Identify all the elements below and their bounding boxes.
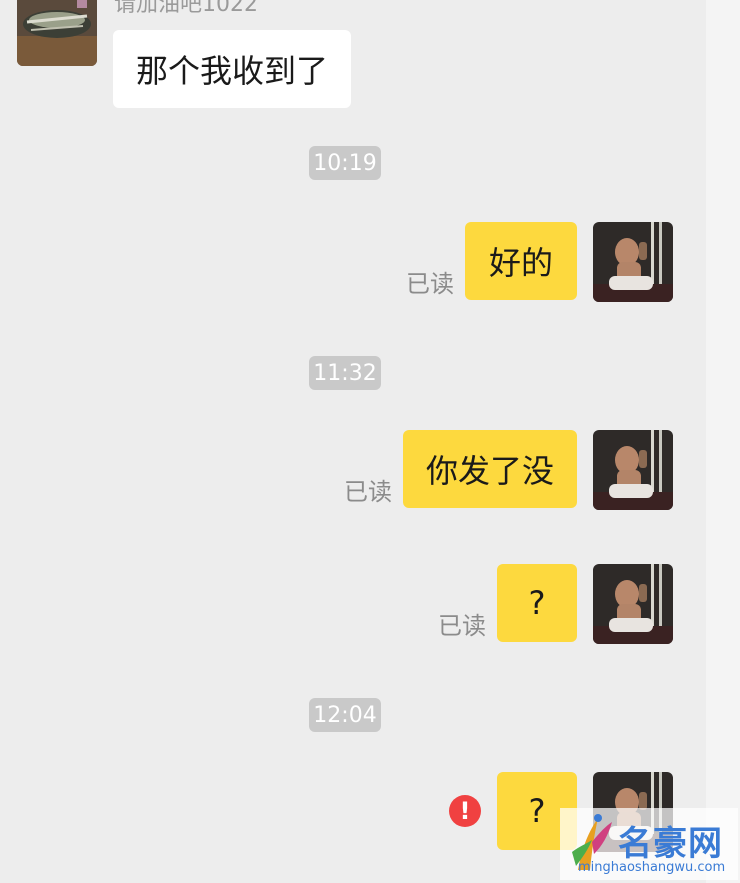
watermark-url: minghaoshangwu.com bbox=[578, 860, 726, 875]
timestamp: 11:32 bbox=[309, 356, 381, 390]
my-avatar[interactable] bbox=[593, 222, 673, 302]
contact-avatar[interactable] bbox=[17, 0, 97, 66]
chat-area[interactable]: 请加油吧1022 那个我收到了 10:19 已读 好的 11:32 已读 你发了… bbox=[0, 0, 706, 883]
read-status: 已读 bbox=[406, 270, 454, 298]
watermark: 名豪网 minghaoshangwu.com bbox=[560, 808, 738, 880]
send-failed-icon[interactable]: ! bbox=[449, 795, 481, 827]
my-avatar[interactable] bbox=[593, 564, 673, 644]
watermark-brand: 名豪网 bbox=[618, 824, 723, 864]
incoming-message-bubble[interactable]: 那个我收到了 bbox=[113, 30, 351, 108]
right-edge-strip bbox=[706, 0, 740, 883]
outgoing-message-bubble[interactable]: 你发了没 bbox=[403, 430, 577, 508]
timestamp: 12:04 bbox=[309, 698, 381, 732]
timestamp: 10:19 bbox=[309, 146, 381, 180]
read-status: 已读 bbox=[438, 612, 486, 640]
my-avatar[interactable] bbox=[593, 430, 673, 510]
sender-name: 请加油吧1022 bbox=[114, 0, 258, 17]
outgoing-message-bubble[interactable]: 好的 bbox=[465, 222, 577, 300]
read-status: 已读 bbox=[344, 478, 392, 506]
outgoing-message-bubble[interactable]: ? bbox=[497, 564, 577, 642]
